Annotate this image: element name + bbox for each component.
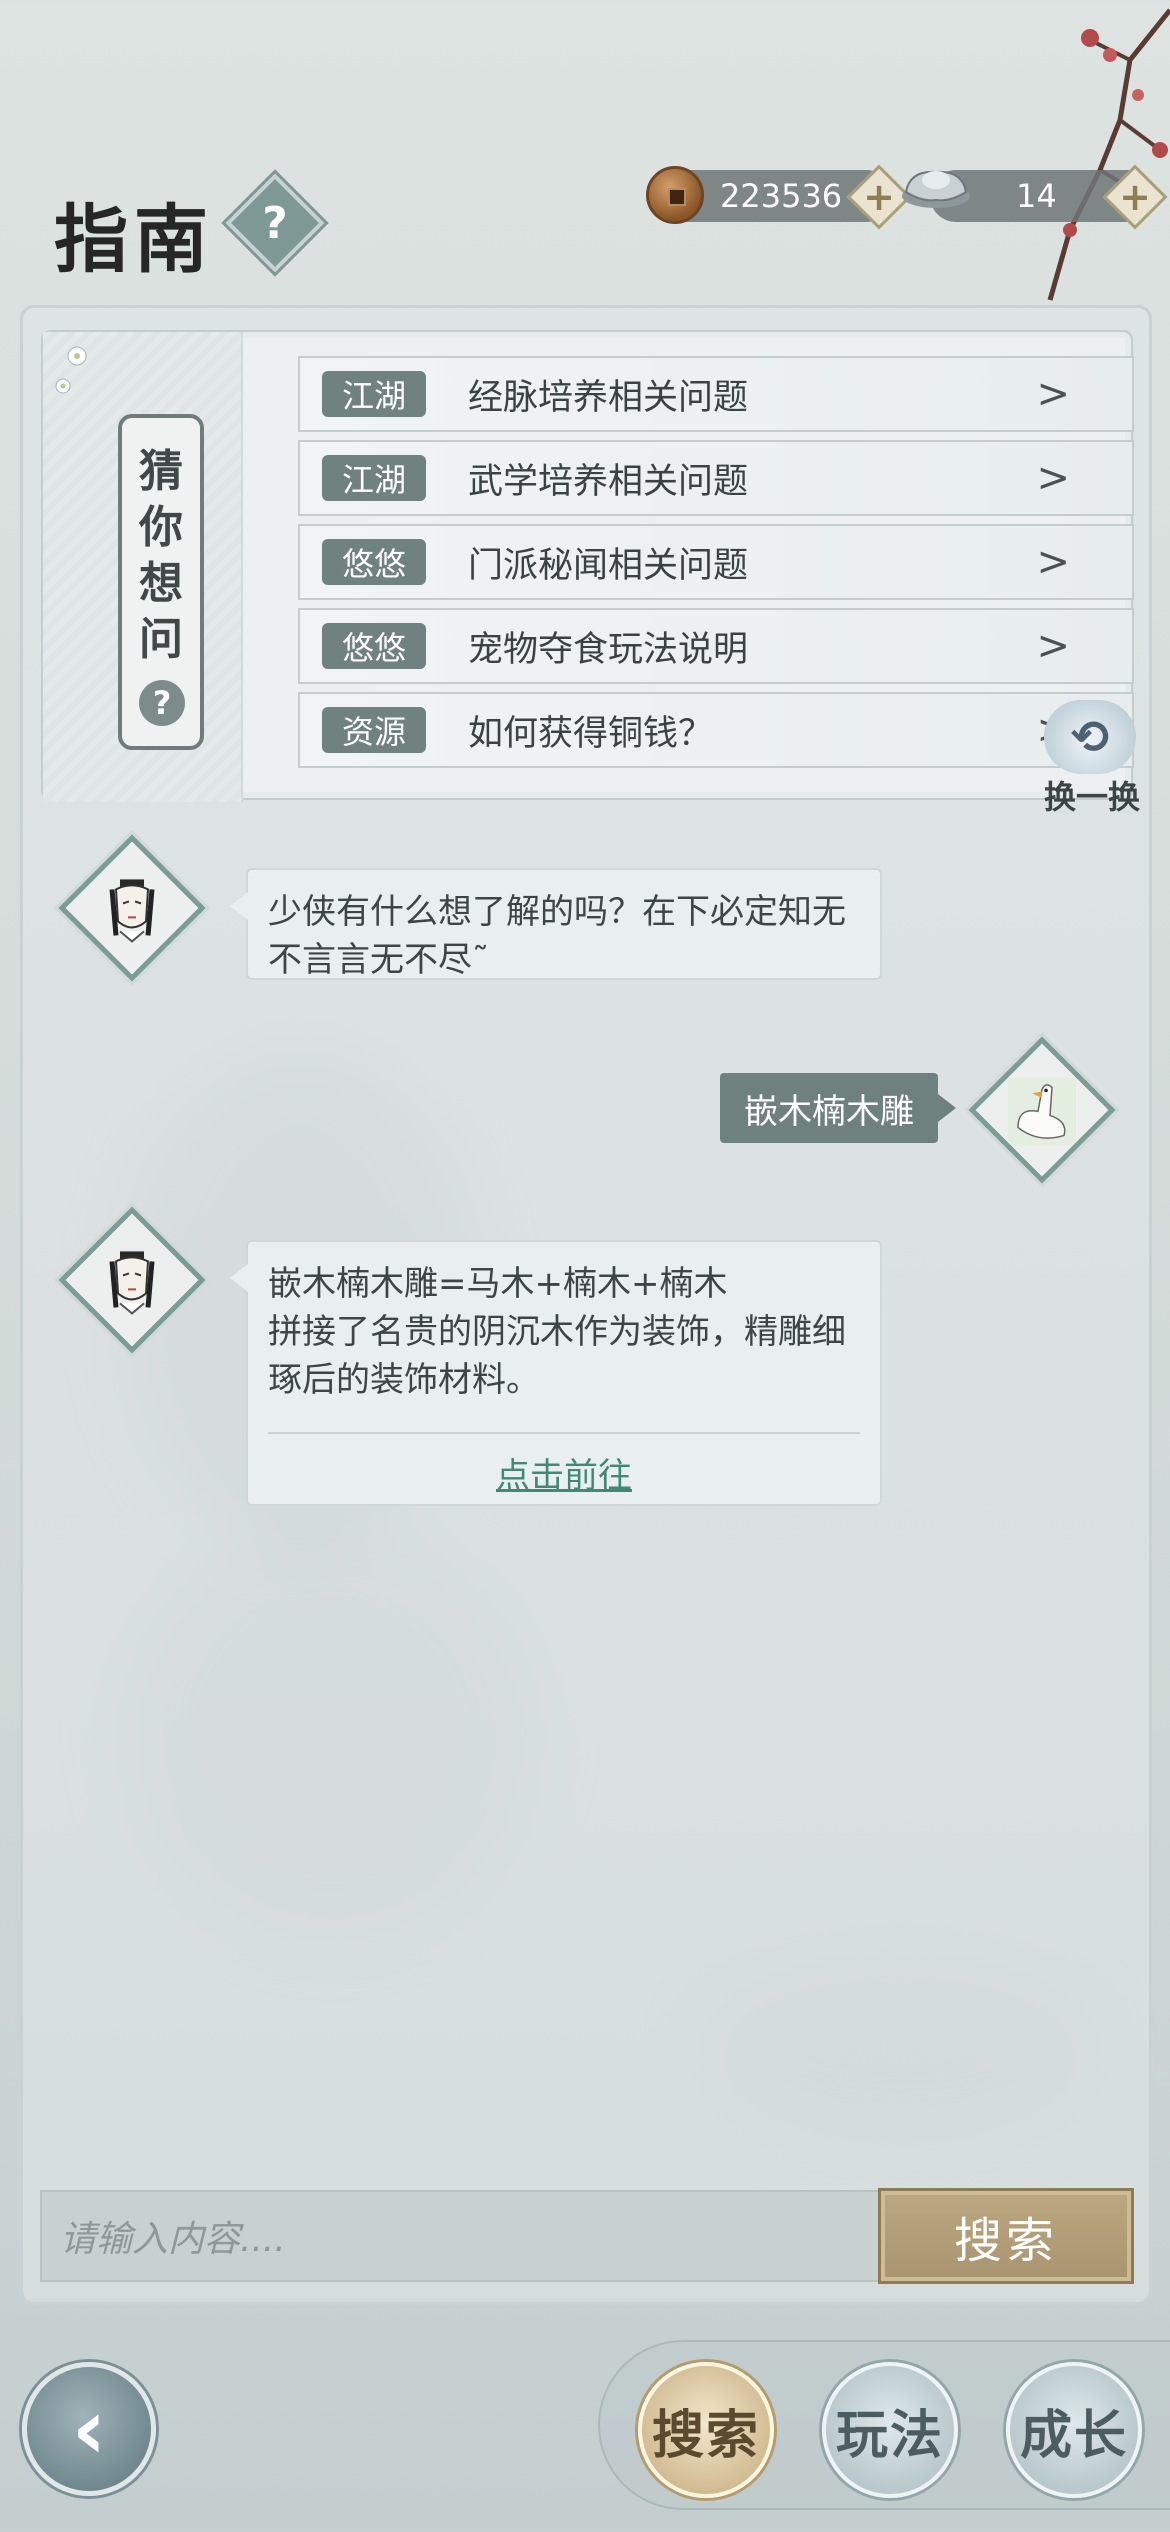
plum-blossom-decoration: [1047, 8, 1170, 301]
refresh-icon: ⟲: [1070, 710, 1110, 764]
search-button[interactable]: 搜索: [878, 2188, 1134, 2284]
question-icon: ?: [262, 197, 288, 249]
search-input[interactable]: 请输入内容....: [40, 2190, 880, 2282]
guess-label: 猜你想问 ?: [118, 414, 204, 750]
search-placeholder: 请输入内容....: [60, 2219, 286, 2260]
answer-line: 嵌木楠木雕=马木+楠木+楠木: [268, 1264, 728, 1304]
guess-side: 猜你想问 ?: [43, 332, 243, 802]
chevron-right-icon: >: [1036, 371, 1070, 417]
guess-label-text: 猜你想问: [139, 446, 183, 665]
nav-gameplay-button[interactable]: 玩法: [822, 2362, 958, 2498]
question-tag: 江湖: [322, 455, 426, 501]
silver-ingot-icon: [902, 170, 970, 208]
nav-growth-button[interactable]: 成长: [1006, 2362, 1142, 2498]
chevron-right-icon: >: [1036, 539, 1070, 585]
question-text: 如何获得铜钱？: [468, 713, 714, 754]
question-text: 门派秘闻相关问题: [468, 545, 749, 586]
question-tag: 江湖: [322, 371, 426, 417]
copper-coin-icon: [646, 166, 704, 224]
question-text: 武学培养相关问题: [468, 461, 749, 502]
question-item[interactable]: 资源 如何获得铜钱？ >: [298, 692, 1134, 768]
masked-npc-icon: [109, 1251, 155, 1315]
refresh-cloud: ⟲: [1044, 700, 1136, 774]
back-arrow-icon: ‹: [71, 2380, 107, 2478]
divider: [268, 1432, 860, 1434]
question-text: 经脉培养相关问题: [468, 377, 749, 418]
help-button[interactable]: ?: [225, 173, 325, 273]
npc-greeting-bubble: 少侠有什么想了解的吗？在下必定知无 不言言无不尽˜: [230, 868, 882, 980]
user-message-text: 嵌木楠木雕: [744, 1091, 914, 1132]
guess-card: 猜你想问 ? 江湖 经脉培养相关问题 > 江湖 武学培养相关问题 > 悠悠 门派…: [41, 330, 1134, 802]
plus-icon: +: [863, 175, 895, 219]
copper-amount: 223536: [720, 177, 843, 215]
plus-icon: +: [1119, 175, 1151, 219]
greeting-line: 不言言无不尽˜: [268, 940, 489, 980]
question-item[interactable]: 江湖 经脉培养相关问题 >: [298, 356, 1134, 432]
search-button-label: 搜索: [953, 2213, 1058, 2269]
question-item[interactable]: 江湖 武学培养相关问题 >: [298, 440, 1134, 516]
refresh-label: 换一换: [1043, 778, 1140, 816]
chevron-right-icon: >: [1036, 455, 1070, 501]
refresh-button[interactable]: ⟲ 换一换: [1032, 700, 1142, 816]
goto-link[interactable]: 点击前往: [268, 1452, 860, 1500]
nav-gameplay-label: 玩法: [835, 2404, 944, 2466]
masked-npc-icon: [109, 879, 155, 943]
question-icon: ?: [139, 680, 185, 726]
question-item[interactable]: 悠悠 宠物夺食玩法说明 >: [298, 608, 1134, 684]
answer-line: 琢后的装饰材料。: [268, 1360, 540, 1400]
nav-search-label: 搜索: [651, 2404, 760, 2466]
question-item[interactable]: 悠悠 门派秘闻相关问题 >: [298, 524, 1134, 600]
chevron-right-icon: >: [1036, 623, 1070, 669]
back-button[interactable]: ‹: [22, 2362, 156, 2496]
npc-answer-bubble: 嵌木楠木雕=马木+楠木+楠木 拼接了名贵的阴沉木作为装饰，精雕细 琢后的装饰材料…: [230, 1240, 882, 1506]
nav-growth-label: 成长: [1019, 2404, 1128, 2466]
goose-icon: [1008, 1077, 1076, 1146]
blossom-icon: [55, 346, 87, 394]
question-tag: 资源: [322, 707, 426, 753]
question-text: 宠物夺食玩法说明: [468, 629, 749, 670]
greeting-line: 少侠有什么想了解的吗？在下必定知无: [268, 892, 846, 932]
answer-line: 拼接了名贵的阴沉木作为装饰，精雕细: [268, 1312, 846, 1352]
nav-search-button[interactable]: 搜索: [638, 2362, 774, 2498]
silver-amount: 14: [1016, 177, 1057, 215]
question-tag: 悠悠: [322, 623, 426, 669]
user-message-bubble: 嵌木楠木雕: [720, 1073, 956, 1143]
page-title: 指南: [54, 197, 214, 283]
question-tag: 悠悠: [322, 539, 426, 585]
